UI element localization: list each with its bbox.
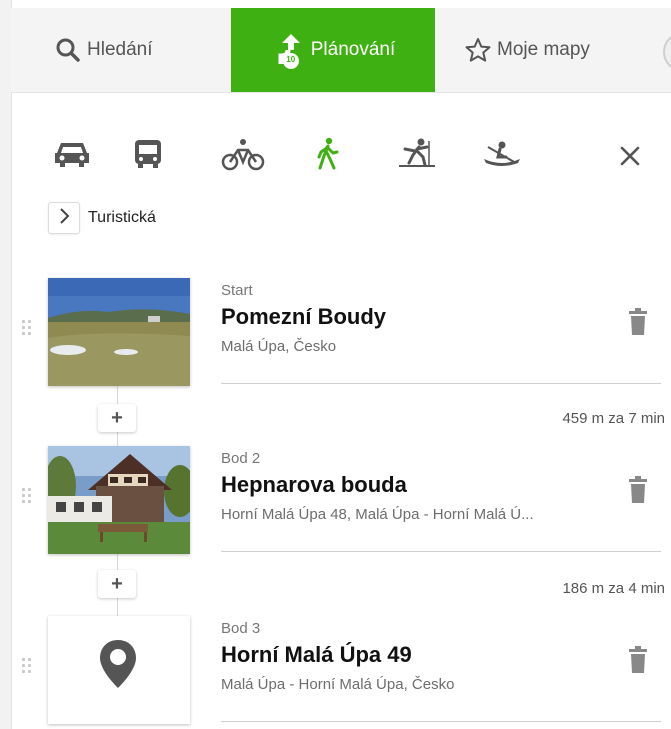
segment-distance: 459 m za 7 min [562,410,665,427]
bus-icon [131,138,165,175]
close-button[interactable] [618,144,642,168]
transport-canoe-button[interactable] [478,140,526,172]
top-tab-bar: Hledání 10 Plánování Moje mapy [11,8,671,93]
bicycle-icon [221,137,265,176]
add-waypoint-button[interactable]: + [98,570,136,598]
waypoint-label: Start [221,282,253,299]
tab-my-maps-label: Moje mapy [497,39,590,60]
divider [221,383,661,384]
add-waypoint-button[interactable]: + [98,404,136,432]
car-icon [52,139,92,174]
waypoint-address: Malá Úpa, Česko [221,338,337,355]
waypoint-item[interactable]: Bod 2 Hepnarova bouda Horní Malá Úpa 48,… [0,446,671,554]
waypoint-photo [48,446,190,554]
chevron-right-icon [58,207,70,230]
waypoint-name[interactable]: Pomezní Boudy [221,304,386,330]
waypoint-photo [48,278,190,386]
route-type-selector[interactable]: Turistická [48,202,156,234]
waypoint-address: Horní Malá Úpa 48, Malá Úpa - Horní Malá… [221,506,534,523]
waypoint-label: Bod 3 [221,620,261,637]
divider [221,721,661,722]
waypoint-name[interactable]: Horní Malá Úpa 49 [221,642,412,668]
tab-search[interactable]: Hledání [55,8,153,92]
user-avatar[interactable] [663,32,671,72]
drag-handle[interactable] [22,488,32,508]
route-planning-icon: 10 [271,30,305,70]
tab-planning[interactable]: 10 Plánování [231,8,435,92]
tab-planning-label: Plánování [310,39,396,60]
transport-car-button[interactable] [48,140,96,172]
waypoint-placeholder [48,616,190,724]
divider [221,551,661,552]
drag-handle[interactable] [22,658,32,678]
transport-walking-button[interactable] [312,137,344,172]
canoe-icon [480,139,524,174]
trash-icon [628,476,648,508]
trash-icon [628,646,648,678]
search-icon [55,37,81,63]
planning-badge: 10 [286,55,296,64]
walking-icon [316,137,340,176]
delete-waypoint-button[interactable] [628,476,648,504]
waypoint-address: Malá Úpa - Horní Malá Úpa, Česko [221,676,455,693]
tab-my-maps[interactable]: Moje mapy [465,8,590,92]
tab-search-label: Hledání [87,39,153,60]
waypoint-item[interactable]: Bod 3 Horní Malá Úpa 49 Malá Úpa - Horní… [0,616,671,724]
close-icon [618,146,642,172]
skiing-icon [395,137,439,176]
map-pin-icon [98,638,138,695]
waypoint-label: Bod 2 [221,450,261,467]
star-icon [465,37,491,63]
route-type-toggle[interactable] [48,202,80,234]
waypoint-name[interactable]: Hepnarova bouda [221,472,407,498]
delete-waypoint-button[interactable] [628,308,648,336]
drag-handle[interactable] [22,320,32,340]
transport-skiing-button[interactable] [394,138,440,172]
delete-waypoint-button[interactable] [628,646,648,674]
waypoint-item[interactable]: Start Pomezní Boudy Malá Úpa, Česko [0,278,671,386]
trash-icon [628,308,648,340]
transport-bicycle-button[interactable] [220,138,266,172]
transport-bus-button[interactable] [128,138,168,175]
segment-distance: 186 m za 4 min [562,580,665,597]
route-type-label: Turistická [88,209,156,226]
